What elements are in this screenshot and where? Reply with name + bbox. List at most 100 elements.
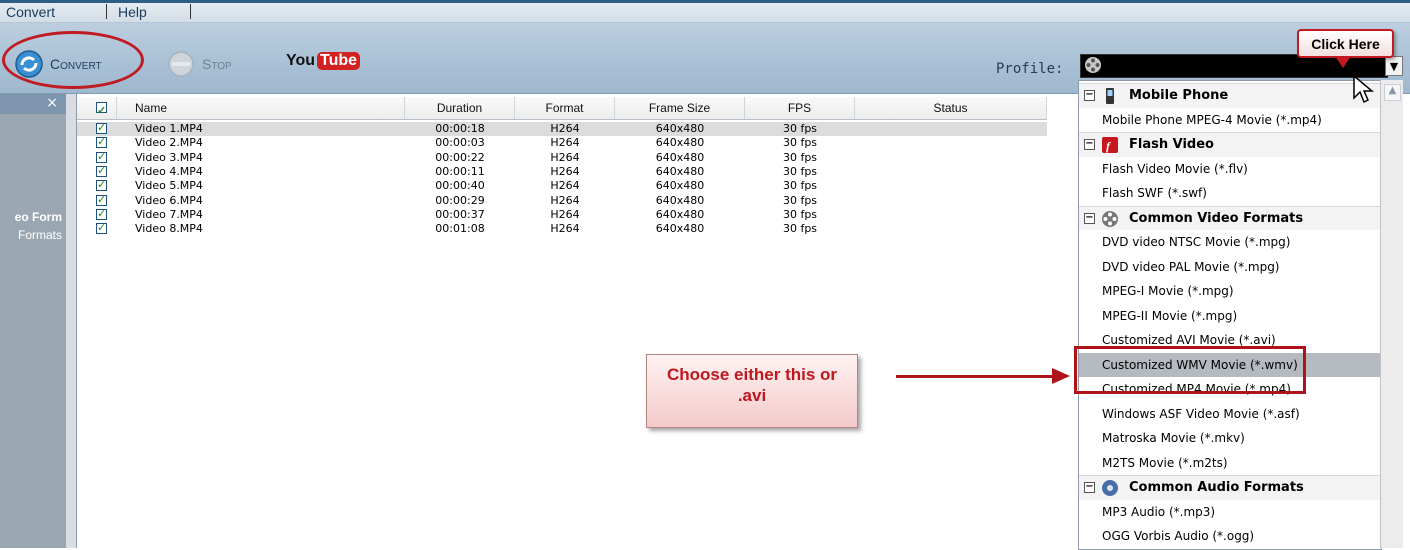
left-panel-subtitle: Formats — [17, 228, 62, 242]
film-reel-icon — [1085, 57, 1101, 73]
row-checkbox[interactable] — [96, 178, 107, 192]
header-fps[interactable]: FPS — [745, 97, 855, 119]
row-checkbox[interactable] — [96, 164, 107, 177]
item-dvd-ntsc[interactable]: DVD video NTSC Movie (*.mpg) — [1079, 230, 1381, 255]
cell-fps: 30 fps — [782, 222, 818, 236]
item-label: MP3 Audio (*.mp3) — [1102, 504, 1216, 519]
cell-name: Video 6.MP4 — [135, 193, 203, 207]
group-label: Flash Video — [1129, 137, 1214, 152]
cell-frame: 640x480 — [655, 164, 705, 178]
table-row[interactable]: Video 4.MP4 00:00:11 H264 640x480 30 fps — [77, 164, 1047, 179]
group-label: Mobile Phone — [1129, 88, 1229, 103]
header-frame-size[interactable]: Frame Size — [615, 97, 745, 119]
profile-label: Profile: — [996, 61, 1064, 77]
group-common-audio[interactable]: − Common Audio Formats — [1079, 475, 1381, 500]
header-format[interactable]: Format — [515, 97, 615, 119]
item-m2ts[interactable]: M2TS Movie (*.m2ts) — [1079, 451, 1381, 476]
item-swf[interactable]: Flash SWF (*.swf) — [1079, 181, 1381, 206]
cell-frame: 640x480 — [655, 207, 705, 221]
cell-format: H264 — [550, 207, 580, 221]
item-asf[interactable]: Windows ASF Video Movie (*.asf) — [1079, 402, 1381, 427]
cell-duration: 00:01:08 — [435, 222, 485, 236]
header-duration[interactable]: Duration — [405, 97, 515, 119]
cell-fps: 30 fps — [782, 193, 818, 207]
click-here-callout-tail — [1335, 56, 1351, 68]
cell-fps: 30 fps — [782, 122, 818, 135]
choose-callout-line2: .avi — [737, 386, 767, 405]
table-row[interactable]: Video 3.MP4 00:00:22 H264 640x480 30 fps — [77, 150, 1047, 165]
cell-format: H264 — [550, 193, 580, 207]
cell-name: Video 7.MP4 — [135, 207, 203, 221]
row-checkbox[interactable] — [96, 150, 107, 163]
cell-format: H264 — [550, 164, 580, 178]
cell-format: H264 — [550, 136, 580, 150]
menu-convert[interactable]: Convert — [6, 4, 55, 20]
mouse-cursor-icon — [1353, 74, 1374, 104]
film-reel-icon — [1102, 210, 1118, 227]
cell-name: Video 2.MP4 — [135, 136, 203, 150]
cell-frame: 640x480 — [655, 179, 705, 193]
select-all-checkbox[interactable] — [96, 100, 107, 122]
item-ogg[interactable]: OGG Vorbis Audio (*.ogg) — [1079, 524, 1381, 549]
cell-fps: 30 fps — [782, 150, 818, 164]
close-icon[interactable]: × — [46, 95, 58, 111]
collapse-icon[interactable]: − — [1084, 482, 1095, 493]
item-mkv[interactable]: Matroska Movie (*.mkv) — [1079, 426, 1381, 451]
cell-fps: 30 fps — [782, 136, 818, 150]
collapse-icon[interactable]: − — [1084, 139, 1095, 150]
collapse-icon[interactable]: − — [1084, 90, 1095, 101]
item-label: Matroska Movie (*.mkv) — [1102, 431, 1245, 445]
menu-accent-strip — [0, 0, 1410, 3]
row-checkbox[interactable] — [96, 135, 107, 149]
cell-duration: 00:00:18 — [435, 122, 485, 135]
table-row[interactable]: Video 1.MP4 00:00:18 H264 640x480 30 fps — [77, 121, 1047, 136]
item-label: Windows ASF Video Movie (*.asf) — [1102, 406, 1300, 421]
stop-label: Stop — [202, 56, 232, 72]
cell-name: Video 5.MP4 — [135, 179, 203, 193]
item-mpeg1[interactable]: MPEG-I Movie (*.mpg) — [1079, 279, 1381, 304]
group-mobile-phone[interactable]: − Mobile Phone — [1079, 83, 1381, 108]
dropdown-scrollbar[interactable]: ▲ — [1380, 80, 1403, 548]
cell-name: Video 8.MP4 — [135, 222, 203, 236]
table-row[interactable]: Video 5.MP4 00:00:40 H264 640x480 30 fps — [77, 178, 1047, 193]
row-checkbox[interactable] — [96, 221, 107, 235]
table-row[interactable]: Video 2.MP4 00:00:03 H264 640x480 30 fps — [77, 135, 1047, 150]
header-status[interactable]: Status — [855, 97, 1047, 119]
item-mp3[interactable]: MP3 Audio (*.mp3) — [1079, 500, 1381, 525]
row-checkbox[interactable] — [96, 207, 107, 220]
header-name[interactable]: Name — [117, 97, 405, 119]
item-mpeg2[interactable]: MPEG-II Movie (*.mpg) — [1079, 304, 1381, 329]
group-flash-video[interactable]: − f Flash Video — [1079, 132, 1381, 157]
row-checkbox[interactable] — [96, 121, 107, 134]
profile-dropdown-arrow[interactable]: ▼ — [1385, 56, 1403, 76]
item-dvd-pal[interactable]: DVD video PAL Movie (*.mpg) — [1079, 255, 1381, 280]
cell-fps: 30 fps — [782, 179, 818, 193]
cell-name: Video 1.MP4 — [135, 122, 203, 135]
cell-duration: 00:00:03 — [435, 136, 485, 150]
scroll-up-icon[interactable]: ▲ — [1384, 84, 1401, 101]
item-label: MPEG-I Movie (*.mpg) — [1102, 284, 1234, 298]
cell-format: H264 — [550, 222, 580, 236]
cell-frame: 640x480 — [655, 222, 705, 236]
group-common-video[interactable]: − Common Video Formats — [1079, 205, 1381, 230]
item-mobile-mp4[interactable]: Mobile Phone MPEG-4 Movie (*.mp4) — [1079, 108, 1381, 133]
collapse-icon[interactable]: − — [1084, 212, 1095, 224]
table-row[interactable]: Video 6.MP4 00:00:29 H264 640x480 30 fps — [77, 193, 1047, 208]
stop-button[interactable]: Stop — [166, 50, 232, 78]
table-row[interactable]: Video 8.MP4 00:01:08 H264 640x480 30 fps — [77, 221, 1047, 236]
audio-disc-icon — [1102, 480, 1118, 496]
cell-duration: 00:00:11 — [435, 164, 485, 178]
stop-icon — [168, 51, 194, 77]
youtube-button[interactable]: You Tube — [286, 52, 361, 70]
item-label: DVD video NTSC Movie (*.mpg) — [1102, 235, 1291, 249]
chevron-down-icon: ▼ — [1389, 59, 1399, 73]
item-label: Mobile Phone MPEG-4 Movie (*.mp4) — [1102, 112, 1322, 127]
item-label: M2TS Movie (*.m2ts) — [1102, 455, 1228, 470]
table-row[interactable]: Video 7.MP4 00:00:37 H264 640x480 30 fps — [77, 207, 1047, 222]
row-checkbox[interactable] — [96, 193, 107, 206]
item-flv[interactable]: Flash Video Movie (*.flv) — [1079, 157, 1381, 182]
panel-separator — [66, 94, 77, 548]
group-label: Common Audio Formats — [1129, 480, 1304, 495]
cell-duration: 00:00:40 — [435, 179, 485, 193]
menu-help[interactable]: Help — [118, 4, 147, 20]
